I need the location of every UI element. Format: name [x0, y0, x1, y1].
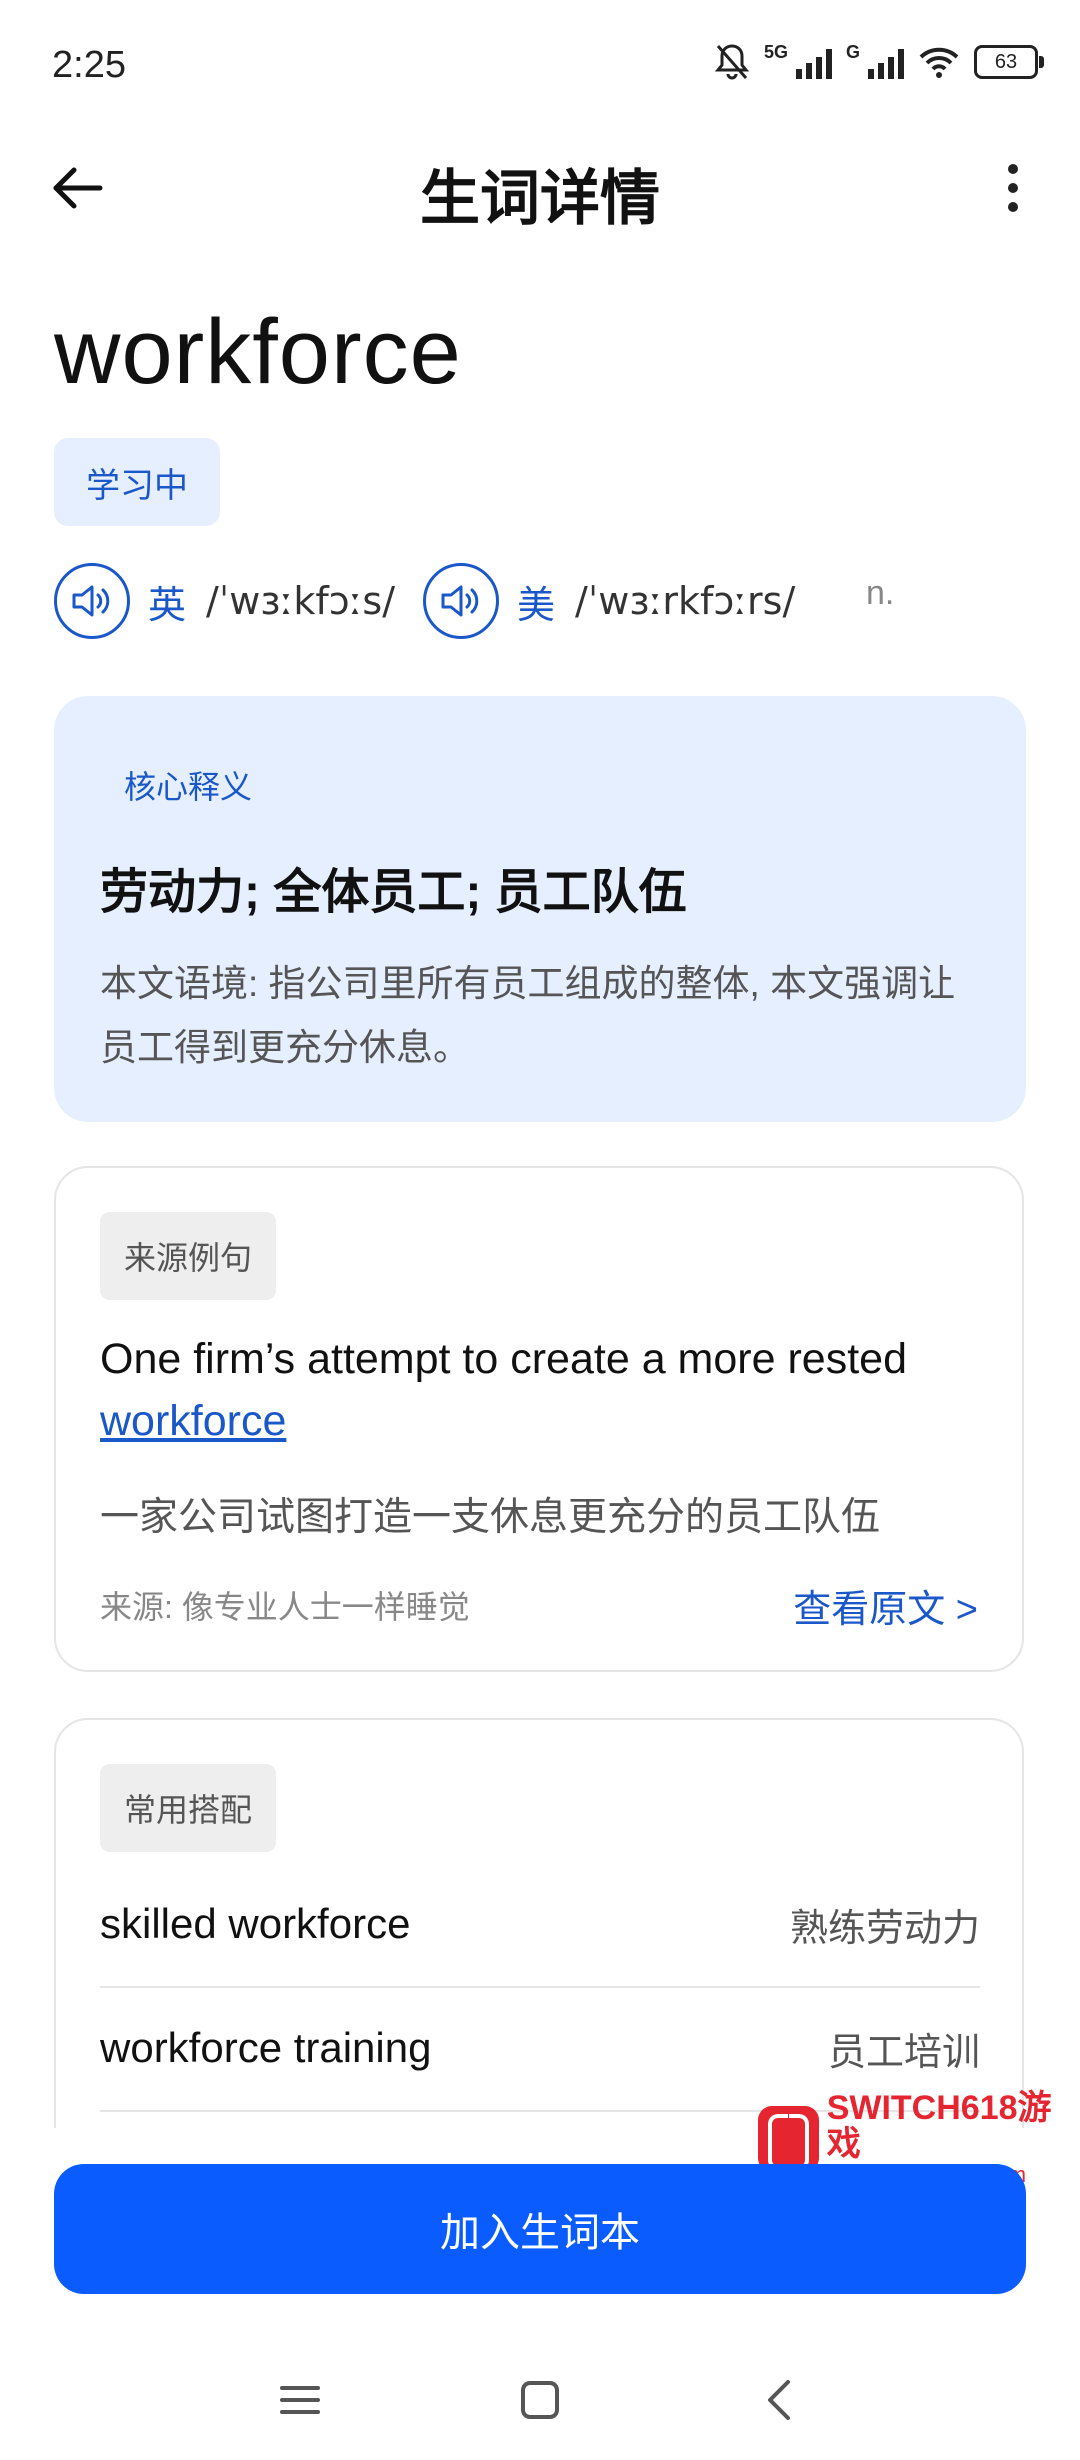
highlighted-word-link[interactable]: workforce: [100, 1397, 286, 1445]
watermark-title: SWITCH618游戏: [826, 2089, 1052, 2163]
us-phonetic: /ˈwɜːrkfɔːrs/: [575, 579, 796, 623]
top-app-bar: 生词详情: [0, 130, 1080, 240]
example-card: 来源例句 One firm’s attempt to create a more…: [54, 1166, 1024, 1672]
collocation-row[interactable]: skilled workforce 熟练劳动力: [100, 1862, 980, 1988]
more-options-button[interactable]: [998, 158, 1028, 218]
uk-audio-button[interactable]: [54, 563, 130, 639]
switch-logo-icon: [758, 2106, 819, 2172]
word-headline: workforce: [54, 301, 462, 403]
view-original-link[interactable]: 查看原文 >: [793, 1578, 978, 1633]
example-sentence-text: One firm’s attempt to create a more rest…: [100, 1335, 907, 1383]
collocation-en: skilled workforce: [100, 1900, 411, 1947]
example-sentence: One firm’s attempt to create a more rest…: [100, 1328, 980, 1452]
collocations-tag: 常用搭配: [100, 1764, 277, 1852]
page-title: 生词详情: [420, 165, 660, 232]
bell-muted-icon: [714, 44, 750, 80]
status-time: 2:25: [52, 44, 126, 86]
status-icons: 5G G 63: [714, 42, 1044, 82]
context-explanation: 本文语境: 指公司里所有员工组成的整体, 本文强调让员工得到更充分休息。: [100, 963, 956, 1068]
more-vertical-icon: [1008, 164, 1018, 174]
core-meaning-label: 核心释义: [124, 769, 253, 805]
us-label: 美: [517, 584, 556, 627]
part-of-speech: n.: [866, 574, 895, 612]
learning-status-badge[interactable]: 学习中: [54, 438, 220, 526]
core-meaning-text: 劳动力; 全体员工; 员工队伍: [100, 866, 687, 919]
example-tag: 来源例句: [100, 1212, 277, 1300]
speaker-icon: [72, 585, 110, 617]
battery-icon: 63: [974, 45, 1044, 79]
network-5g-label: 5G: [763, 42, 788, 62]
uk-label: 英: [148, 584, 187, 627]
status-bar: 2:25 5G G 63: [0, 0, 1080, 130]
menu-icon[interactable]: [278, 2378, 322, 2422]
collocation-en: workforce training: [100, 2024, 432, 2071]
battery-level: 63: [994, 50, 1018, 73]
collocation-zh: 熟练劳动力: [789, 1907, 980, 1950]
speaker-icon: [441, 585, 479, 617]
signal-icon-2: [868, 45, 904, 79]
back-nav-icon[interactable]: [758, 2378, 802, 2422]
pronunciation-row: 英 /ˈwɜːkfɔːs/ 美 /ˈwɜːrkfɔːrs/: [54, 560, 795, 642]
add-to-wordbook-button[interactable]: 加入生词本: [54, 2164, 1026, 2294]
collocation-zh: 员工培训: [827, 2031, 980, 2074]
system-nav-bar: [0, 2340, 1080, 2460]
network-g-label: G: [845, 42, 860, 62]
core-meaning-card: 核心释义 劳动力; 全体员工; 员工队伍 本文语境: 指公司里所有员工组成的整体…: [54, 696, 1026, 1122]
us-audio-button[interactable]: [423, 563, 500, 639]
example-source: 来源: 像专业人士一样睡觉: [100, 1589, 470, 1625]
uk-phonetic: /ˈwɜːkfɔːs/: [206, 579, 396, 623]
example-translation: 一家公司试图打造一支休息更充分的员工队伍: [100, 1496, 881, 1539]
wifi-icon: [919, 47, 959, 78]
signal-icon: [795, 45, 832, 79]
home-icon[interactable]: [518, 2378, 562, 2422]
